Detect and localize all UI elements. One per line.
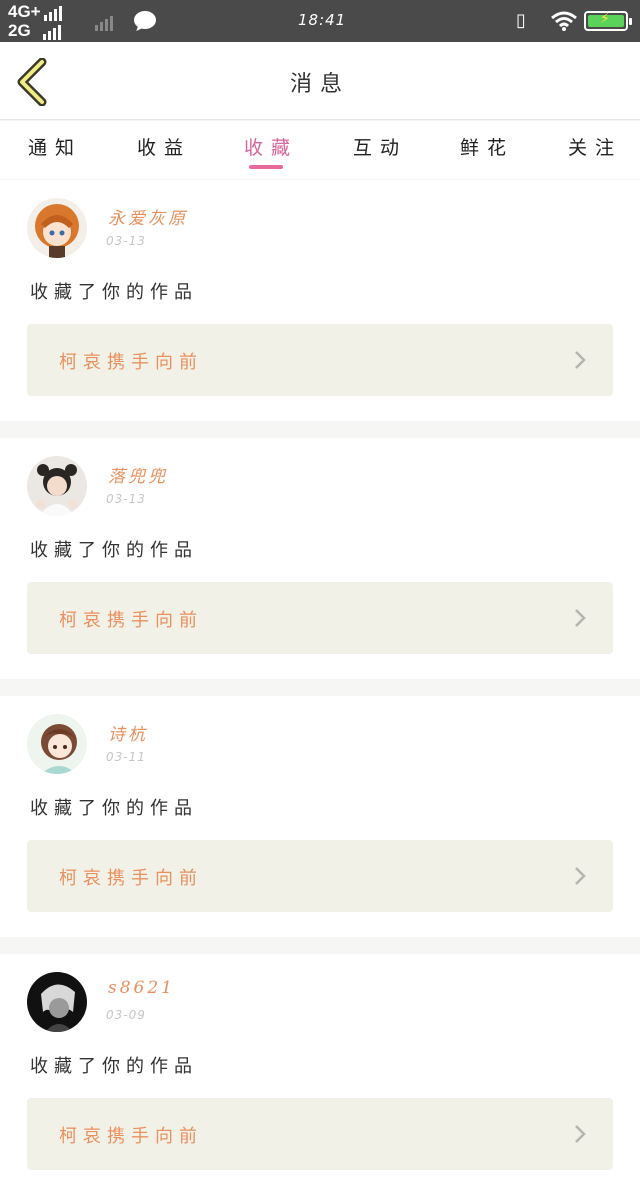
notification-action: 收藏了你的作品 [30,540,198,561]
notification-card: s8621 03-09 收藏了你的作品 柯哀携手向前 [0,954,640,1195]
work-link[interactable]: 柯哀携手向前 [27,1098,613,1170]
notification-action: 收藏了你的作品 [30,798,198,819]
avatar[interactable] [27,456,87,516]
chevron-right-icon [575,1125,586,1143]
active-tab-indicator [249,165,283,169]
work-title: 柯哀携手向前 [59,868,203,889]
notification-date: 03-13 [106,234,146,248]
work-title: 柯哀携手向前 [59,352,203,373]
work-link[interactable]: 柯哀携手向前 [27,582,613,654]
notification-date: 03-11 [106,750,146,764]
vibrate-icon: ▯ [516,10,526,31]
status-time: 18:41 [298,11,347,29]
notification-card: 永爱灰原 03-13 收藏了你的作品 柯哀携手向前 [0,180,640,421]
username[interactable]: 永爱灰原 [108,204,188,229]
page-title: 消息 [289,72,350,97]
tab-earnings[interactable]: 收益 [137,133,191,160]
notification-card: 诗杭 03-11 收藏了你的作品 柯哀携手向前 [0,696,640,937]
chevron-right-icon [575,351,586,369]
signal-bars-icon [42,22,63,40]
avatar[interactable] [27,198,87,258]
network-indicator: 4G+ 2G [8,3,64,41]
notification-action: 收藏了你的作品 [30,1056,198,1077]
work-title: 柯哀携手向前 [59,610,203,631]
notification-date: 03-09 [106,1008,146,1022]
network-type-secondary: 2G [8,21,31,40]
tab-following[interactable]: 关注 [568,133,622,160]
tab-bar: 通知 收益 收藏 互动 鲜花 关注 [0,121,640,179]
signal-bars-empty-icon [95,12,115,31]
message-bubble-icon [134,11,156,29]
network-type-primary: 4G+ [8,2,41,21]
signal-bars-icon [43,3,64,21]
work-link[interactable]: 柯哀携手向前 [27,840,613,912]
header-bar: 消息 [0,42,640,120]
chevron-right-icon [575,609,586,627]
work-link[interactable]: 柯哀携手向前 [27,324,613,396]
tab-interactions[interactable]: 互动 [353,133,407,160]
status-bar: 4G+ 2G 18:41 ▯ ⚡ [0,0,640,42]
tab-flowers[interactable]: 鲜花 [460,133,514,160]
work-title: 柯哀携手向前 [59,1126,203,1147]
wifi-icon [551,11,577,31]
chevron-right-icon [575,867,586,885]
username[interactable]: 诗杭 [108,720,148,745]
battery-icon: ⚡ [584,11,632,31]
avatar[interactable] [27,714,87,774]
tab-favorites[interactable]: 收藏 [244,133,298,160]
notification-card: 落兜兜 03-13 收藏了你的作品 柯哀携手向前 [0,438,640,679]
username[interactable]: 落兜兜 [108,462,168,487]
notification-action: 收藏了你的作品 [30,282,198,303]
notification-date: 03-13 [106,492,146,506]
username[interactable]: s8621 [108,978,175,998]
avatar[interactable] [27,972,87,1032]
tab-notice[interactable]: 通知 [28,133,82,160]
